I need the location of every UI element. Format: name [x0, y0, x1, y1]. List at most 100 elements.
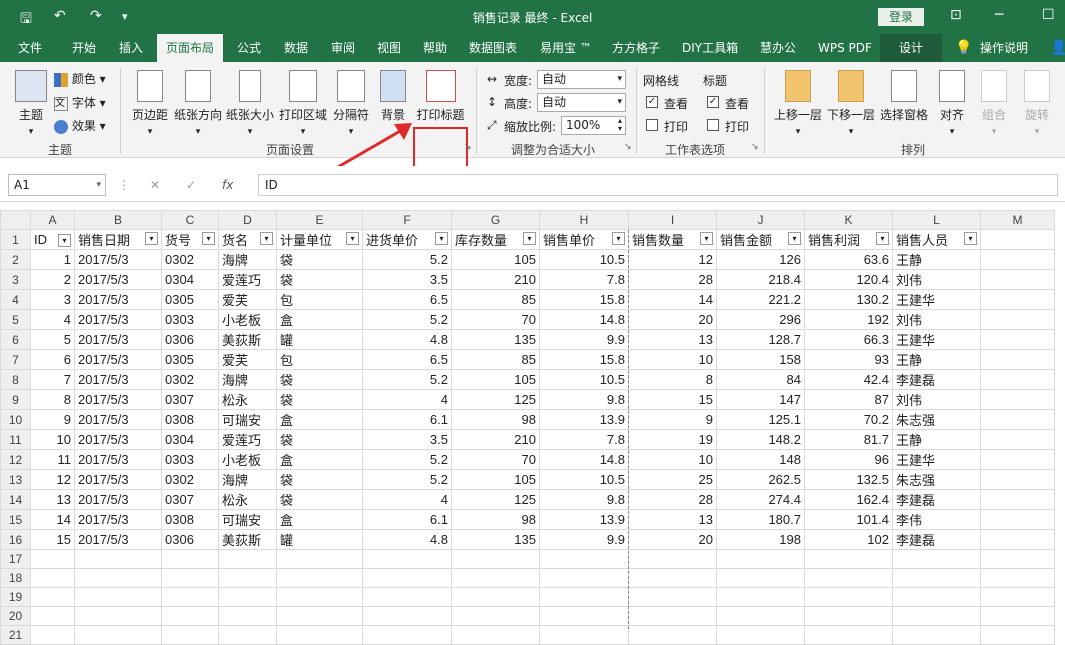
- height-select[interactable]: 自动 ▾: [537, 93, 626, 112]
- table-cell[interactable]: 2017/5/3: [74, 489, 162, 510]
- header-cell[interactable]: 计量单位 ▾: [276, 229, 363, 250]
- align-button[interactable]: 对齐 ▾: [937, 70, 967, 137]
- cell[interactable]: [30, 568, 75, 588]
- filter-dropdown-icon[interactable]: ▾: [435, 232, 448, 245]
- row-header[interactable]: 12: [0, 449, 31, 470]
- table-cell[interactable]: 可瑞安: [218, 409, 277, 430]
- table-cell[interactable]: 120.4: [804, 269, 893, 290]
- cell[interactable]: [716, 549, 805, 569]
- cell[interactable]: [30, 549, 75, 569]
- table-cell[interactable]: 5: [30, 329, 75, 350]
- table-cell[interactable]: 爱芙: [218, 289, 277, 310]
- table-cell[interactable]: 4: [362, 489, 452, 510]
- table-cell[interactable]: 15.8: [539, 289, 629, 310]
- cell[interactable]: [980, 568, 1055, 588]
- cell[interactable]: [892, 568, 981, 588]
- cell[interactable]: [539, 587, 629, 607]
- table-cell[interactable]: 162.4: [804, 489, 893, 510]
- tab-diy-toolbox[interactable]: DIY工具箱: [682, 34, 738, 62]
- cell[interactable]: [161, 587, 219, 607]
- send-backward-button[interactable]: 下移一层 ▾: [826, 70, 876, 137]
- table-cell[interactable]: 101.4: [804, 509, 893, 530]
- table-cell[interactable]: 20: [628, 529, 717, 550]
- table-cell[interactable]: 102: [804, 529, 893, 550]
- table-cell[interactable]: 小老板: [218, 449, 277, 470]
- tab-insert[interactable]: 插入: [119, 34, 143, 62]
- table-cell[interactable]: 9.9: [539, 529, 629, 550]
- tab-review[interactable]: 审阅: [331, 34, 355, 62]
- cell[interactable]: [804, 587, 893, 607]
- cell[interactable]: [892, 606, 981, 626]
- row-header[interactable]: 6: [0, 329, 31, 350]
- table-cell[interactable]: 爱莲巧: [218, 429, 277, 450]
- table-cell[interactable]: 可瑞安: [218, 509, 277, 530]
- cell[interactable]: [628, 549, 717, 569]
- cell[interactable]: [30, 606, 75, 626]
- table-cell[interactable]: 210: [451, 429, 540, 450]
- table-cell[interactable]: 美荻斯: [218, 529, 277, 550]
- cell[interactable]: [276, 625, 363, 645]
- cell[interactable]: [362, 625, 452, 645]
- cell[interactable]: [161, 606, 219, 626]
- bring-forward-button[interactable]: 上移一层 ▾: [773, 70, 823, 137]
- filter-dropdown-icon[interactable]: ▾: [964, 232, 977, 245]
- table-cell[interactable]: 刘伟: [892, 269, 981, 290]
- headings-view-checkbox[interactable]: ✓: [707, 96, 719, 108]
- table-cell[interactable]: 210: [451, 269, 540, 290]
- table-cell[interactable]: 93: [804, 349, 893, 370]
- enter-icon[interactable]: ✓: [186, 178, 196, 192]
- header-cell[interactable]: 货名 ▾: [218, 229, 277, 250]
- row-header[interactable]: 10: [0, 409, 31, 430]
- table-cell[interactable]: 81.7: [804, 429, 893, 450]
- cell[interactable]: [362, 587, 452, 607]
- table-cell[interactable]: 14.8: [539, 449, 629, 470]
- dialog-launcher-icon[interactable]: ↘: [624, 142, 632, 152]
- column-header[interactable]: H: [539, 210, 629, 230]
- table-cell[interactable]: 13.9: [539, 509, 629, 530]
- table-cell[interactable]: 15.8: [539, 349, 629, 370]
- table-cell[interactable]: 98: [451, 409, 540, 430]
- table-cell[interactable]: 2017/5/3: [74, 429, 162, 450]
- table-cell[interactable]: 0303: [161, 309, 219, 330]
- table-cell[interactable]: 5.2: [362, 469, 452, 490]
- select-all-corner[interactable]: [0, 210, 31, 230]
- table-cell[interactable]: 2017/5/3: [74, 329, 162, 350]
- table-cell[interactable]: 2017/5/3: [74, 409, 162, 430]
- cell[interactable]: [980, 289, 1055, 310]
- cell[interactable]: [980, 587, 1055, 607]
- tab-data[interactable]: 数据: [284, 34, 308, 62]
- cell[interactable]: [980, 429, 1055, 450]
- user-icon[interactable]: 👤: [1050, 34, 1065, 62]
- cell[interactable]: [218, 549, 277, 569]
- tab-page-layout[interactable]: 页面布局: [157, 34, 223, 62]
- table-cell[interactable]: 小老板: [218, 309, 277, 330]
- table-cell[interactable]: 180.7: [716, 509, 805, 530]
- themes-button[interactable]: 主题 ▾: [12, 70, 50, 137]
- column-header[interactable]: M: [980, 210, 1055, 230]
- tell-me-search[interactable]: 操作说明: [980, 34, 1028, 62]
- cell[interactable]: [276, 568, 363, 588]
- cell[interactable]: [30, 587, 75, 607]
- table-cell[interactable]: 海牌: [218, 369, 277, 390]
- cell[interactable]: [74, 625, 162, 645]
- cell[interactable]: [362, 549, 452, 569]
- fonts-button[interactable]: 文 字体 ▾: [54, 94, 106, 111]
- tab-wps-pdf[interactable]: WPS PDF: [818, 34, 872, 62]
- header-cell[interactable]: 销售利润 ▾: [804, 229, 893, 250]
- table-cell[interactable]: 105: [451, 469, 540, 490]
- table-cell[interactable]: 12: [628, 249, 717, 270]
- cell[interactable]: [980, 369, 1055, 390]
- table-cell[interactable]: 4: [362, 389, 452, 410]
- table-cell[interactable]: 盒: [276, 509, 363, 530]
- table-cell[interactable]: 296: [716, 309, 805, 330]
- orientation-button[interactable]: 纸张方向 ▾: [174, 70, 222, 137]
- login-button[interactable]: 登录: [878, 8, 924, 26]
- table-cell[interactable]: 4.8: [362, 329, 452, 350]
- table-cell[interactable]: 海牌: [218, 469, 277, 490]
- cell[interactable]: [716, 625, 805, 645]
- table-cell[interactable]: 4.8: [362, 529, 452, 550]
- table-cell[interactable]: 13: [30, 489, 75, 510]
- table-cell[interactable]: 爱莲巧: [218, 269, 277, 290]
- cell[interactable]: [980, 549, 1055, 569]
- cell[interactable]: [276, 587, 363, 607]
